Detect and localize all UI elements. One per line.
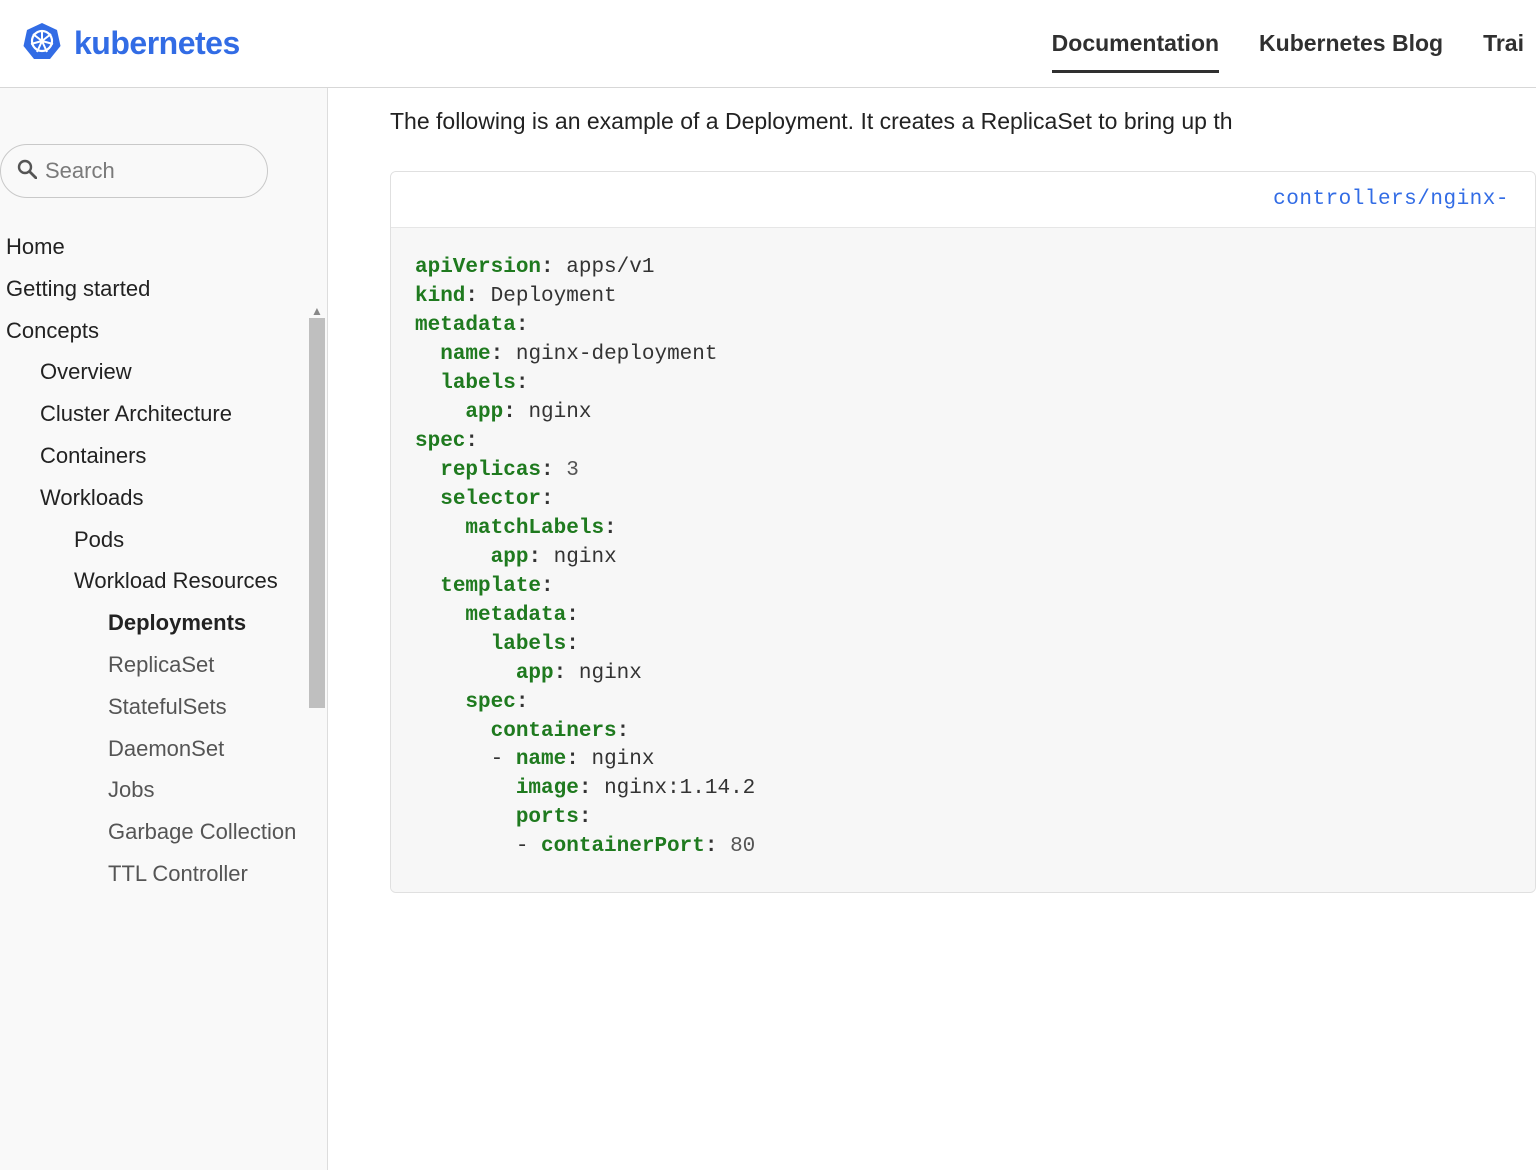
sidebar-tree: Home Getting started Concepts Overview C… [0,208,327,895]
yaml-selector-app: nginx [554,546,617,569]
nav-documentation[interactable]: Documentation [1052,0,1219,87]
sidebar-item-home[interactable]: Home [6,226,321,268]
yaml-code: apiVersion: apps/v1 kind: Deployment met… [391,228,1535,892]
sidebar-item-ttl-controller[interactable]: TTL Controller [108,853,321,895]
top-nav: Documentation Kubernetes Blog Trai [1052,0,1524,87]
brand-name: kubernetes [74,25,240,62]
sidebar-item-workload-resources[interactable]: Workload Resources [74,560,321,602]
sidebar-item-statefulsets[interactable]: StatefulSets [108,686,321,728]
search-icon [17,159,45,184]
main-content: The following is an example of a Deploym… [328,88,1536,1170]
code-file-link-row: controllers/nginx- [391,172,1535,228]
yaml-metadata-label-app: nginx [528,401,591,424]
search-box[interactable] [0,144,268,198]
sidebar-item-deployments[interactable]: Deployments [108,602,321,644]
nav-training[interactable]: Trai [1483,0,1524,87]
yaml-container-image: nginx:1.14.2 [604,777,755,800]
sidebar-item-replicaset[interactable]: ReplicaSet [108,644,321,686]
sidebar-item-jobs[interactable]: Jobs [108,769,321,811]
yaml-container-port: 80 [730,835,755,858]
sidebar-item-concepts[interactable]: Concepts [6,310,321,352]
yaml-apiversion: apps/v1 [566,256,654,279]
yaml-metadata-name: nginx-deployment [516,343,718,366]
sidebar-item-cluster-architecture[interactable]: Cluster Architecture [40,393,321,435]
search-input[interactable] [45,158,251,184]
yaml-replicas: 3 [566,459,579,482]
yaml-template-label-app: nginx [579,662,642,685]
sidebar-item-containers[interactable]: Containers [40,435,321,477]
sidebar-item-daemonset[interactable]: DaemonSet [108,728,321,770]
sidebar: ▲ Home Getting started Concepts Overview… [0,88,328,1170]
code-example: controllers/nginx- apiVersion: apps/v1 k… [390,171,1536,893]
yaml-container-name: nginx [591,748,654,771]
sidebar-item-overview[interactable]: Overview [40,351,321,393]
intro-text: The following is an example of a Deploym… [390,108,1536,135]
kubernetes-logo-icon [22,21,62,66]
brand-logo[interactable]: kubernetes [22,21,240,66]
nav-blog[interactable]: Kubernetes Blog [1259,0,1443,87]
sidebar-item-getting-started[interactable]: Getting started [6,268,321,310]
sidebar-item-workloads[interactable]: Workloads [40,477,321,519]
sidebar-scrollbar[interactable] [309,318,325,708]
top-header: kubernetes Documentation Kubernetes Blog… [0,0,1536,88]
code-file-link[interactable]: controllers/nginx- [1273,188,1509,211]
sidebar-item-garbage-collection[interactable]: Garbage Collection [108,811,321,853]
yaml-kind: Deployment [491,285,617,308]
sidebar-item-pods[interactable]: Pods [74,519,321,561]
scroll-up-icon[interactable]: ▲ [309,304,325,318]
